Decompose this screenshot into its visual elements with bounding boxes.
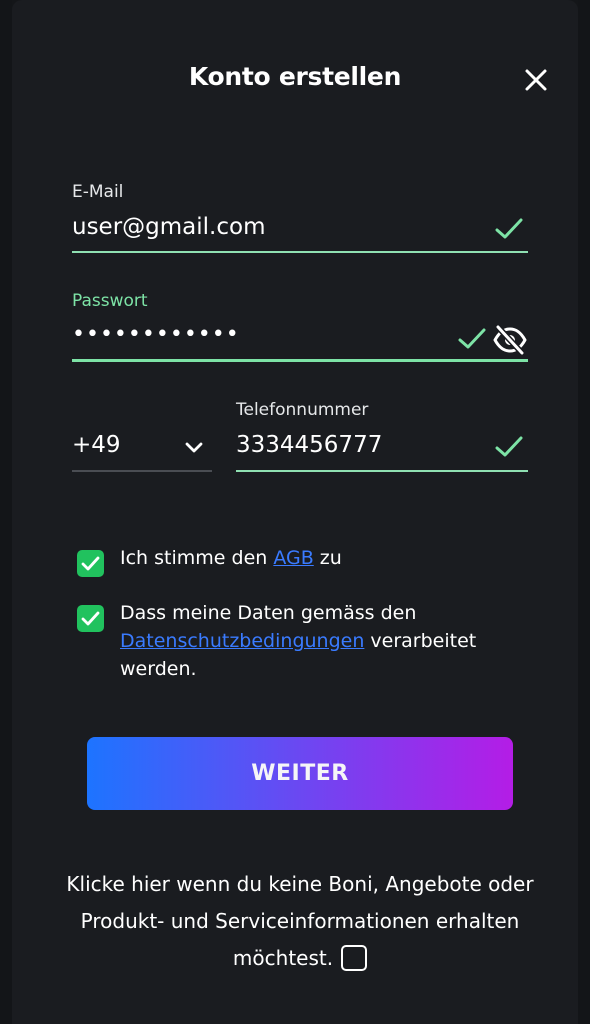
privacy-consent-text: Dass meine Daten gemäss den Datenschutzb…	[120, 599, 548, 683]
privacy-text-before: Dass meine Daten gemäss den	[120, 602, 417, 624]
agb-text-before: Ich stimme den	[120, 547, 274, 569]
agb-consent-text: Ich stimme den AGB zu	[120, 544, 540, 572]
phone-input[interactable]: 3334456777	[236, 432, 382, 458]
agb-link[interactable]: AGB	[273, 547, 313, 569]
email-underline	[72, 251, 528, 253]
privacy-checkbox[interactable]	[77, 605, 104, 632]
checkmark-icon	[458, 328, 486, 349]
password-underline	[72, 359, 528, 362]
eye-off-icon[interactable]	[492, 324, 528, 356]
checkbox-check-icon	[81, 556, 100, 571]
checkmark-icon	[495, 218, 523, 239]
chevron-down-icon	[185, 442, 203, 453]
checkbox-check-icon	[81, 611, 100, 626]
backdrop-left	[0, 0, 12, 1024]
agb-checkbox[interactable]	[77, 550, 104, 577]
phone-label: Telefonnummer	[236, 400, 369, 420]
optout-checkbox[interactable]	[341, 945, 368, 971]
submit-button[interactable]: WEITER	[87, 737, 513, 810]
close-icon[interactable]	[520, 64, 552, 96]
phone-underline	[236, 470, 528, 472]
password-label: Passwort	[72, 291, 148, 311]
country-code-underline	[72, 470, 212, 472]
email-input[interactable]: user@gmail.com	[72, 214, 265, 240]
privacy-link[interactable]: Datenschutzbedingungen	[120, 630, 364, 652]
signup-modal: Konto erstellen E-Mail user@gmail.com Pa…	[12, 0, 578, 1024]
email-label: E-Mail	[72, 182, 124, 202]
modal-title: Konto erstellen	[188, 62, 402, 91]
backdrop-right	[578, 0, 590, 1024]
checkmark-icon	[495, 436, 523, 457]
password-input[interactable]: ••••••••••••	[72, 322, 240, 347]
optout-text: Klicke hier wenn du keine Boni, Angebote…	[66, 872, 534, 970]
optout-text-block: Klicke hier wenn du keine Boni, Angebote…	[60, 866, 540, 977]
country-code-value: +49	[72, 432, 121, 458]
agb-text-after: zu	[313, 547, 342, 569]
